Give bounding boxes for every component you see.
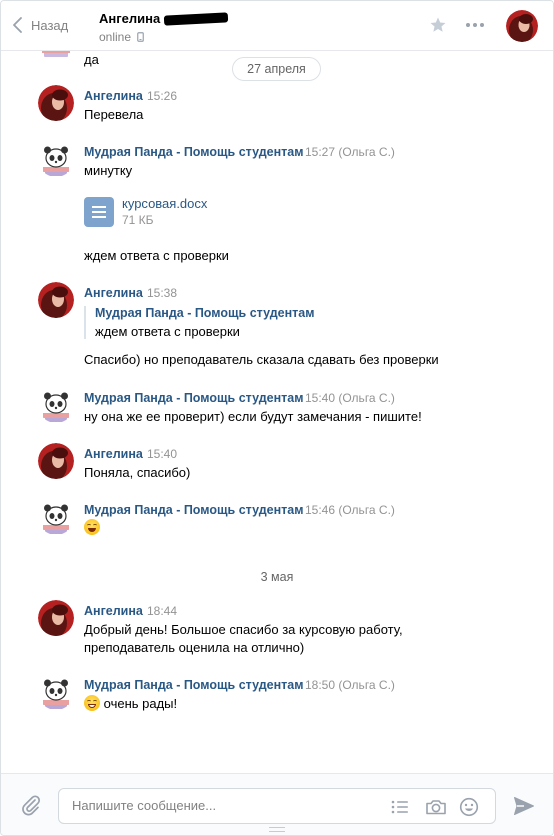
avatar[interactable] [38, 499, 74, 535]
back-button[interactable]: Назад [13, 13, 68, 37]
more-icon[interactable] [466, 23, 484, 27]
template-list-icon[interactable] [390, 797, 410, 817]
message-history[interactable]: да 27 апреля Ангелина 15:26 Перевела Муд… [1, 47, 553, 771]
message-text: ждем ответа с проверки [84, 248, 229, 263]
forwarded-author[interactable]: Мудрая Панда - Помощь студентам [95, 306, 314, 320]
document-size: 71 КБ [122, 213, 154, 227]
back-label: Назад [31, 17, 69, 33]
message-text: Перевела [84, 107, 144, 122]
paperclip-icon[interactable] [21, 794, 41, 816]
message-text: преподаватель оценила на отлично) [84, 640, 305, 655]
message-author[interactable]: Ангелина [84, 89, 143, 103]
message-author[interactable]: Мудрая Панда - Помощь студентам [84, 145, 303, 159]
peer-name[interactable]: Ангелина [99, 11, 229, 26]
grinning-face-icon [84, 695, 100, 711]
message-text: ну она же ее проверит) если будут замеча… [84, 409, 422, 424]
message-input-field[interactable] [58, 788, 496, 824]
message-time[interactable]: 18:50 (Ольга С.) [305, 678, 395, 692]
avatar[interactable] [38, 85, 74, 121]
message-time[interactable]: 15:38 [147, 286, 177, 300]
peer-status-text: online [99, 30, 132, 44]
message-time[interactable]: 15:40 [147, 447, 177, 461]
avatar[interactable] [38, 443, 74, 479]
redacted-surname [164, 11, 229, 26]
message-text-body: очень рады! [103, 696, 178, 711]
message-author[interactable]: Ангелина [84, 604, 143, 618]
message-text: Добрый день! Большое спасибо за курсовую… [84, 622, 403, 637]
forwarded-text: ждем ответа с проверки [95, 324, 240, 339]
message-text: очень рады! [84, 695, 177, 712]
resize-handle[interactable] [269, 827, 285, 832]
document-icon [84, 197, 114, 227]
emoji-icon[interactable] [459, 797, 479, 817]
message-text: Спасибо) но преподаватель сказала сдават… [84, 352, 439, 367]
avatar[interactable] [38, 600, 74, 636]
peer-status: online [99, 30, 144, 44]
date-separator[interactable]: 27 апреля [232, 57, 321, 81]
avatar[interactable] [38, 674, 74, 710]
forwarded-message[interactable]: Мудрая Панда - Помощь студентам ждем отв… [84, 306, 314, 339]
message-time[interactable]: 15:27 (Ольга С.) [305, 145, 395, 159]
message-author[interactable]: Мудрая Панда - Помощь студентам [84, 678, 303, 692]
message-text: Поняла, спасибо) [84, 465, 191, 480]
avatar[interactable] [506, 10, 538, 42]
date-separator[interactable]: 3 мая [1, 570, 553, 584]
mobile-icon [137, 32, 144, 42]
send-icon[interactable] [513, 796, 535, 816]
camera-icon[interactable] [425, 797, 447, 817]
message-author[interactable]: Ангелина [84, 447, 143, 461]
chevron-left-icon [13, 17, 22, 33]
smiling-face-icon [84, 519, 100, 535]
document-attachment[interactable]: курсовая.docx 71 КБ [84, 196, 207, 227]
message-text [84, 519, 100, 536]
chat-window: Назад Ангелина online да 27 апреля Ангел… [0, 0, 554, 836]
message-text: минутку [84, 163, 133, 178]
peer-name-text: Ангелина [99, 11, 161, 26]
chat-header: Назад Ангелина online [1, 1, 553, 51]
message-input[interactable] [72, 798, 372, 813]
star-icon[interactable] [429, 16, 447, 34]
message-author[interactable]: Ангелина [84, 286, 143, 300]
message-author[interactable]: Мудрая Панда - Помощь студентам [84, 503, 303, 517]
message-time[interactable]: 18:44 [147, 604, 177, 618]
document-name[interactable]: курсовая.docx [122, 196, 207, 211]
message-time[interactable]: 15:26 [147, 89, 177, 103]
avatar[interactable] [38, 282, 74, 318]
avatar[interactable] [38, 141, 74, 177]
message-time[interactable]: 15:46 (Ольга С.) [305, 503, 395, 517]
message-author[interactable]: Мудрая Панда - Помощь студентам [84, 391, 303, 405]
message-text: да [84, 52, 99, 67]
avatar[interactable] [38, 387, 74, 423]
message-time[interactable]: 15:40 (Ольга С.) [305, 391, 395, 405]
